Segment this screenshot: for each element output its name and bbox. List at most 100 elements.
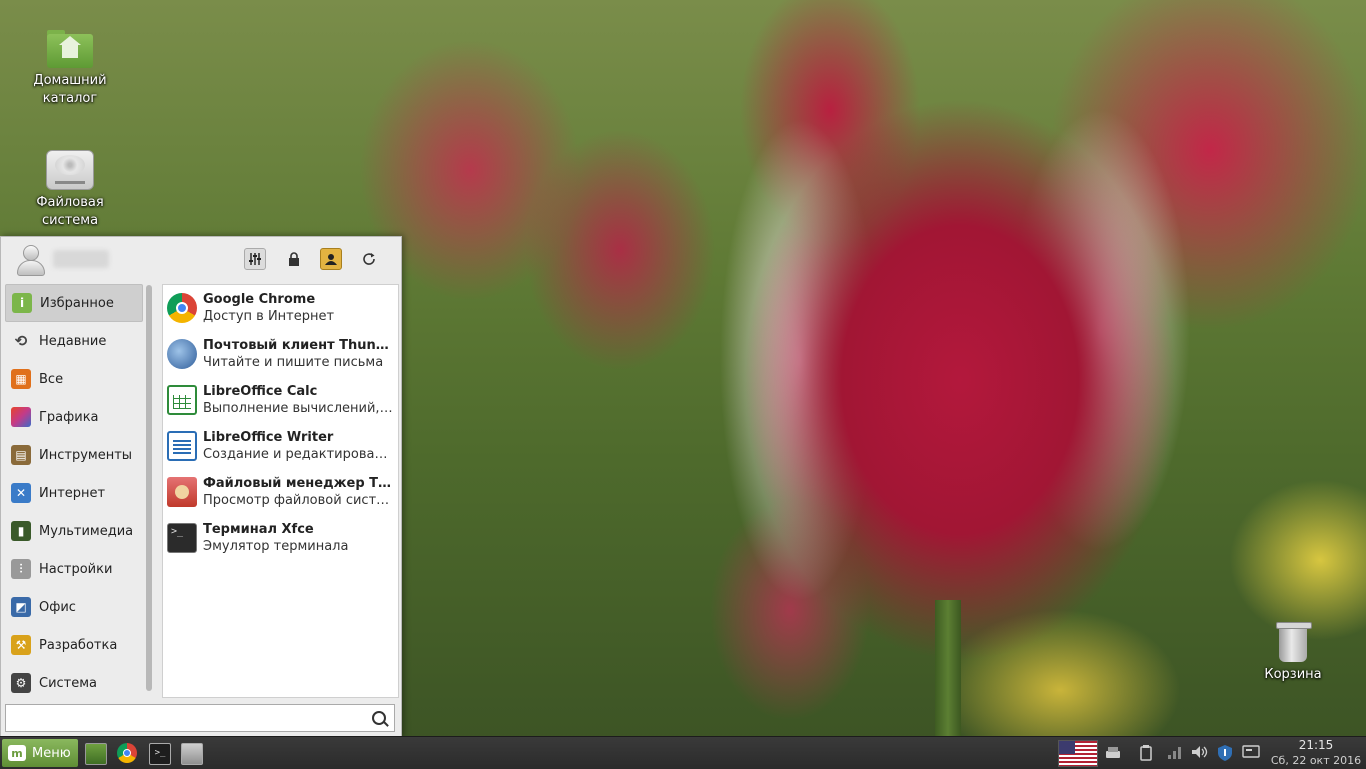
accessories-icon: ▤ (11, 445, 31, 465)
app-description: Выполнение вычислений, а... (203, 400, 393, 416)
taskbar: m Меню >_ 21:15 Сб, 22 окт 2016 (0, 736, 1366, 769)
application-menu: i Избранное ⟲ Недавние ▦ Все Графика ▤ И… (0, 236, 402, 738)
app-name: LibreOffice Calc (203, 383, 318, 399)
app-list: Google Chrome Доступ в Интернет Почтовый … (162, 284, 399, 698)
category-graphics[interactable]: Графика (5, 398, 143, 436)
menu-button-label: Меню (32, 745, 71, 761)
lock-icon (289, 252, 299, 266)
menu-header (1, 237, 401, 281)
desktop-icon-home[interactable]: Домашний каталог (22, 30, 118, 108)
home-folder-icon (47, 30, 93, 68)
clipboard-icon[interactable] (1140, 745, 1154, 761)
search-icon[interactable] (372, 711, 386, 725)
category-development[interactable]: ⚒ Разработка (5, 626, 143, 664)
category-settings[interactable]: ⫶ Настройки (5, 550, 143, 588)
removable-drive-icon[interactable] (1105, 745, 1121, 761)
category-office[interactable]: ◩ Офис (5, 588, 143, 626)
app-name: Файловый менеджер Thu... (203, 475, 393, 491)
recent-icon: ⟲ (14, 332, 28, 350)
keyboard-layout-flag-icon[interactable] (1058, 740, 1098, 767)
development-icon: ⚒ (11, 635, 31, 655)
category-recent[interactable]: ⟲ Недавние (5, 322, 143, 360)
office-icon: ◩ (11, 597, 31, 617)
desktop-icon-label: Корзина (1264, 667, 1322, 682)
graphics-icon (11, 407, 31, 427)
app-description: Доступ в Интернет (203, 308, 335, 324)
internet-icon: ✕ (11, 483, 31, 503)
search-box (5, 704, 395, 732)
category-label: Графика (39, 409, 99, 425)
category-label: Инструменты (39, 447, 133, 463)
chrome-icon (167, 293, 197, 323)
app-description: Создание и редактирование... (203, 446, 393, 462)
chrome-launcher-icon[interactable] (117, 743, 137, 763)
category-label: Разработка (39, 637, 118, 653)
volume-icon[interactable] (1191, 745, 1209, 761)
settings-icon (249, 253, 261, 265)
multimedia-icon: ▮ (11, 521, 31, 541)
category-label: Настройки (39, 561, 113, 577)
user-name (53, 250, 109, 268)
terminal-icon: >_ (167, 523, 197, 553)
wallpaper-stem (935, 600, 961, 740)
screen-icon[interactable] (1242, 745, 1260, 761)
app-item-thunderbird[interactable]: Почтовый клиент Thunde... Читайте и пишит… (163, 331, 398, 377)
category-accessories[interactable]: ▤ Инструменты (5, 436, 143, 474)
settings-category-icon: ⫶ (11, 559, 31, 579)
trash-icon (1276, 622, 1312, 662)
calc-icon (167, 385, 197, 415)
category-internet[interactable]: ✕ Интернет (5, 474, 143, 512)
app-item-terminal[interactable]: >_ Терминал Xfce Эмулятор терминала (163, 515, 398, 561)
menu-button[interactable]: m Меню (2, 739, 78, 767)
desktop-icon-filesystem[interactable]: Файловая система (22, 150, 118, 230)
app-item-chrome[interactable]: Google Chrome Доступ в Интернет (163, 285, 398, 331)
network-icon[interactable] (1167, 745, 1183, 761)
clock[interactable]: 21:15 Сб, 22 окт 2016 (1268, 738, 1364, 768)
category-label: Все (39, 371, 64, 387)
category-label: Избранное (40, 295, 114, 311)
category-all[interactable]: ▦ Все (5, 360, 143, 398)
user-avatar[interactable] (15, 245, 45, 276)
category-scrollbar[interactable] (146, 285, 152, 691)
app-item-file-manager[interactable]: Файловый менеджер Thu... Просмотр файлово… (163, 469, 398, 515)
category-system[interactable]: ⚙ Система (5, 664, 143, 702)
all-apps-icon: ▦ (11, 369, 31, 389)
favorites-icon: i (12, 293, 32, 313)
logout-icon (363, 253, 375, 265)
app-name: Google Chrome (203, 291, 316, 307)
app-name: LibreOffice Writer (203, 429, 334, 445)
show-desktop-icon[interactable] (85, 743, 107, 765)
logout-button[interactable] (358, 248, 380, 270)
category-multimedia[interactable]: ▮ Мультимедиа (5, 512, 143, 550)
category-list: i Избранное ⟲ Недавние ▦ Все Графика ▤ И… (5, 284, 143, 702)
mint-logo-icon: m (8, 745, 26, 761)
app-item-writer[interactable]: LibreOffice Writer Создание и редактирова… (163, 423, 398, 469)
app-item-calc[interactable]: LibreOffice Calc Выполнение вычислений, а… (163, 377, 398, 423)
thunderbird-icon (167, 339, 197, 369)
category-label: Система (39, 675, 98, 691)
security-icon[interactable] (1217, 745, 1233, 761)
search-input[interactable] (12, 706, 366, 732)
lock-screen-button[interactable] (283, 248, 305, 270)
switch-user-icon (325, 254, 337, 265)
clock-time: 21:15 (1298, 738, 1334, 752)
desktop-icon-label: Файловая система (36, 195, 104, 228)
app-name: Терминал Xfce (203, 521, 314, 537)
system-icon: ⚙ (11, 673, 31, 693)
app-description: Просмотр файловой систем... (203, 492, 393, 508)
category-label: Офис (39, 599, 76, 615)
category-label: Мультимедиа (39, 523, 134, 539)
desktop-icon-trash[interactable]: Корзина (1245, 622, 1341, 684)
app-description: Читайте и пишите письма (203, 354, 384, 370)
app-description: Эмулятор терминала (203, 538, 349, 554)
app-name: Почтовый клиент Thunde... (203, 337, 393, 353)
file-manager-launcher-icon[interactable] (181, 743, 203, 765)
switch-user-button[interactable] (320, 248, 342, 270)
settings-button[interactable] (244, 248, 266, 270)
terminal-launcher-icon[interactable]: >_ (149, 743, 171, 765)
category-favorites[interactable]: i Избранное (5, 284, 143, 322)
clock-date: Сб, 22 окт 2016 (1270, 754, 1362, 767)
category-label: Недавние (39, 333, 107, 349)
writer-icon (167, 431, 197, 461)
category-label: Интернет (39, 485, 106, 501)
